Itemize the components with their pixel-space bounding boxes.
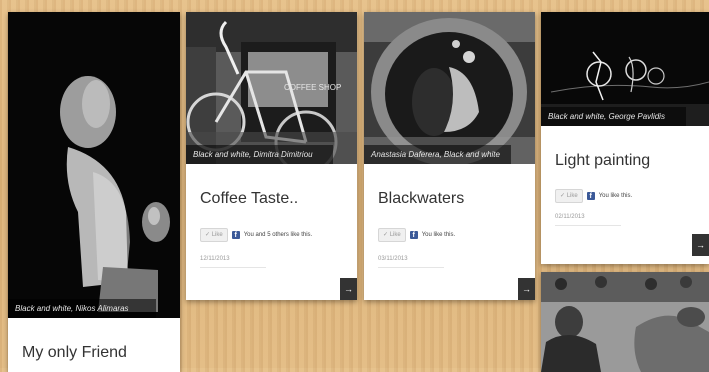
like-count-text: You like this. (421, 232, 456, 238)
post-card[interactable]: Black and white, Nikos Alimaras My only … (8, 12, 180, 372)
post-photo[interactable]: Black and white, Nikos Alimaras (8, 12, 180, 318)
post-card[interactable]: COFFEE SHOP Black and white, Dimitra Dim… (186, 12, 357, 300)
post-date: 12/11/2013 (200, 256, 266, 268)
like-row: ✓ Like f You and 5 others like this. (200, 228, 312, 242)
like-count-text: You and 5 others like this. (243, 232, 313, 238)
post-card[interactable] (541, 272, 709, 372)
post-title[interactable]: My only Friend (22, 344, 127, 362)
post-date: 03/11/2013 (378, 256, 444, 268)
photo-caption: Black and white, Dimitra Dimitriou (186, 145, 334, 164)
facebook-icon: f (586, 192, 595, 200)
post-photo[interactable]: Black and white, George Pavlidis (541, 12, 709, 126)
facebook-icon: f (231, 231, 240, 239)
post-title[interactable]: Coffee Taste.. (200, 190, 298, 208)
like-button[interactable]: ✓ Like (555, 189, 583, 203)
post-title[interactable]: Blackwaters (378, 190, 464, 208)
like-button[interactable]: ✓ Like (200, 228, 228, 242)
facebook-icon: f (409, 231, 418, 239)
like-row: ✓ Like f You like this. (378, 228, 455, 242)
like-button[interactable]: ✓ Like (378, 228, 406, 242)
like-row: ✓ Like f You like this. (555, 189, 632, 203)
check-icon: ✓ (205, 232, 212, 238)
like-count-text: You like this. (598, 193, 633, 199)
check-icon: ✓ (560, 193, 567, 199)
post-photo[interactable]: COFFEE SHOP Black and white, Dimitra Dim… (186, 12, 357, 164)
post-photo[interactable]: Anastasia Daferera, Black and white (364, 12, 535, 164)
photo-caption: Black and white, Nikos Alimaras (8, 299, 157, 318)
post-title[interactable]: Light painting (555, 152, 650, 170)
post-card[interactable]: Black and white, George Pavlidis Light p… (541, 12, 709, 264)
post-date: 02/11/2013 (555, 214, 621, 226)
read-more-button[interactable]: → (518, 278, 535, 300)
photo-caption: Black and white, George Pavlidis (541, 107, 686, 126)
read-more-button[interactable]: → (340, 278, 357, 300)
read-more-button[interactable]: → (692, 234, 709, 256)
photo-caption: Anastasia Daferera, Black and white (364, 145, 512, 164)
post-photo[interactable] (541, 272, 709, 372)
post-card[interactable]: Anastasia Daferera, Black and white Blac… (364, 12, 535, 300)
check-icon: ✓ (383, 232, 390, 238)
